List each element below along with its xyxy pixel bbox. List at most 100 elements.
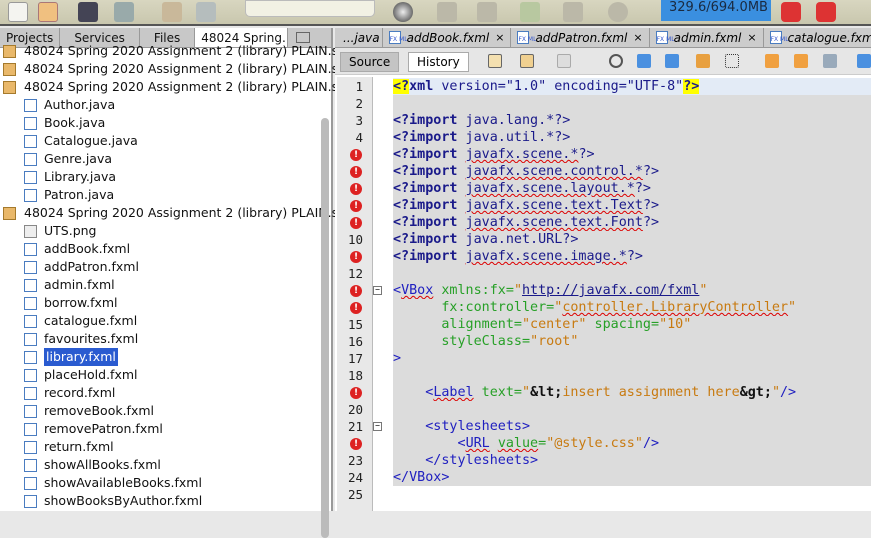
tree-item[interactable]: admin.fxml [0, 276, 320, 294]
error-icon[interactable]: ! [350, 200, 362, 212]
code-line[interactable]: ! <?import javafx.scene.text.Text?> [335, 197, 871, 214]
code-line[interactable]: 20 [335, 401, 871, 418]
code-line[interactable]: ! <?import javafx.scene.layout.*?> [335, 180, 871, 197]
tree-item[interactable]: showAllBooks.fxml [0, 456, 320, 474]
editor-tab[interactable]: FX ML addPatron.fxml × [511, 28, 650, 47]
code-editor[interactable]: 1 <?xml version="1.0" encoding="UTF-8"?> 2… [335, 78, 871, 503]
code-line[interactable]: 4 <?import java.util.*?> [335, 129, 871, 146]
code-line[interactable]: 25 [335, 486, 871, 503]
error-icon[interactable]: ! [350, 149, 362, 161]
new-project-icon[interactable] [38, 2, 58, 22]
error-icon[interactable]: ! [350, 285, 362, 297]
tree-item[interactable]: addBook.fxml [0, 240, 320, 258]
code-line[interactable]: 12 [335, 265, 871, 282]
code-line[interactable]: 23 </stylesheets> [335, 452, 871, 469]
fold-toggle-icon[interactable]: − [373, 422, 382, 431]
code-line[interactable]: ! − <VBox xmlns:fx="http://javafx.com/fxml… [335, 282, 871, 299]
code-line[interactable]: 24 </VBox> [335, 469, 871, 486]
code-line[interactable]: 17 > [335, 350, 871, 367]
tree-item[interactable]: placeHold.fxml [0, 366, 320, 384]
save-all-icon[interactable] [114, 2, 134, 22]
tree-item[interactable]: favourites.fxml [0, 330, 320, 348]
editor-tab[interactable]: FX MLcatalogue.fxml× [764, 28, 871, 47]
next-bookmark-icon[interactable] [794, 54, 808, 68]
tree-item[interactable]: addPatron.fxml [0, 258, 320, 276]
history-button[interactable]: History [408, 52, 469, 72]
tree-item[interactable]: return.fxml [0, 438, 320, 456]
error-icon[interactable]: ! [350, 302, 362, 314]
error-icon[interactable]: ! [350, 183, 362, 195]
tree-item[interactable]: borrow.fxml [0, 294, 320, 312]
code-line[interactable]: 21 − <stylesheets> [335, 418, 871, 435]
code-line[interactable]: ! <Label text="&lt;insert assignment her… [335, 384, 871, 401]
code-line[interactable]: ! <?import javafx.scene.control.*?> [335, 163, 871, 180]
editor-tab[interactable]: FX ML addBook.fxml × [383, 28, 512, 47]
tree-item[interactable]: showBooksByAuthor.fxml [0, 492, 320, 510]
close-icon[interactable]: × [747, 30, 756, 46]
scrollbar[interactable] [321, 118, 329, 538]
forward-icon[interactable] [557, 54, 571, 68]
last-edit-icon[interactable] [488, 54, 502, 68]
tree-item[interactable]: catalogue.fxml [0, 312, 320, 330]
tree-item[interactable]: showAvailableBooks.fxml [0, 474, 320, 492]
code-line[interactable]: 2 [335, 95, 871, 112]
tree-item[interactable]: Patron.java [0, 186, 320, 204]
tree-item[interactable]: removePatron.fxml [0, 420, 320, 438]
globe-icon[interactable] [393, 2, 413, 22]
toggle-highlight-icon[interactable] [696, 54, 710, 68]
source-button[interactable]: Source [340, 52, 400, 72]
memory-usage-indicator[interactable]: 329.6/694.0MB [661, 0, 771, 21]
error-icon[interactable]: ! [350, 217, 362, 229]
code-line[interactable]: 15 alignment="center" spacing="10" [335, 316, 871, 333]
pause-icon[interactable] [816, 2, 836, 22]
code-line[interactable]: ! <?import javafx.scene.image.*?> [335, 248, 871, 265]
gc-icon[interactable] [781, 2, 801, 22]
find-next-icon[interactable] [665, 54, 679, 68]
tree-item[interactable]: Author.java [0, 96, 320, 114]
tree-item[interactable]: 48024 Spring 2020 Assignment 2 (library)… [0, 60, 338, 78]
find-icon[interactable] [609, 54, 623, 68]
undo-icon[interactable] [162, 2, 182, 22]
clean-build-icon[interactable] [477, 2, 497, 22]
code-line[interactable]: ! <?import javafx.scene.*?> [335, 146, 871, 163]
open-project-icon[interactable] [78, 2, 98, 22]
previous-bookmark-icon[interactable] [765, 54, 779, 68]
tree-item[interactable]: Library.java [0, 168, 320, 186]
tree-item[interactable]: Genre.java [0, 150, 320, 168]
tree-item[interactable]: library.fxml [0, 348, 320, 366]
tree-item[interactable]: 48024 Spring 2020 Assignment 2 (library)… [0, 204, 338, 222]
shift-left-icon[interactable] [857, 54, 871, 68]
build-icon[interactable] [437, 2, 457, 22]
code-line[interactable]: ! <URL value="@style.css"/> [335, 435, 871, 452]
debug-icon[interactable] [563, 2, 583, 22]
configuration-combo[interactable] [245, 0, 375, 17]
tree-item[interactable]: removeBook.fxml [0, 402, 320, 420]
error-icon[interactable]: ! [350, 387, 362, 399]
back-icon[interactable] [520, 54, 534, 68]
redo-icon[interactable] [196, 2, 216, 22]
tree-item[interactable]: Catalogue.java [0, 132, 320, 150]
tree-item[interactable]: 48024 Spring 2020 Assignment 2 (library)… [0, 42, 338, 60]
code-line[interactable]: ! <?import javafx.scene.text.Font?> [335, 214, 871, 231]
tree-item[interactable]: Book.java [0, 114, 320, 132]
error-icon[interactable]: ! [350, 251, 362, 263]
code-line[interactable]: ! fx:controller= "controller.LibraryContr… [335, 299, 871, 316]
close-icon[interactable]: × [495, 30, 504, 46]
tree-item[interactable]: 48024 Spring 2020 Assignment 2 (library)… [0, 78, 338, 96]
find-previous-icon[interactable] [637, 54, 651, 68]
tree-item[interactable]: record.fxml [0, 384, 320, 402]
rectangular-selection-icon[interactable] [725, 54, 739, 68]
run-icon[interactable] [520, 2, 540, 22]
code-line[interactable]: 3 <?import java.lang.*?> [335, 112, 871, 129]
fold-toggle-icon[interactable]: − [373, 286, 382, 295]
profile-icon[interactable] [608, 2, 628, 22]
editor-tab[interactable]: FX ML admin.fxml × [650, 28, 764, 47]
toggle-bookmark-icon[interactable] [823, 54, 837, 68]
error-icon[interactable]: ! [350, 438, 362, 450]
close-icon[interactable]: × [633, 30, 642, 46]
error-icon[interactable]: ! [350, 166, 362, 178]
editor-tab[interactable]: ...java [335, 28, 383, 47]
new-file-icon[interactable] [8, 2, 28, 22]
code-line[interactable]: 10 <?import java.net.URL?> [335, 231, 871, 248]
code-line[interactable]: 18 [335, 367, 871, 384]
